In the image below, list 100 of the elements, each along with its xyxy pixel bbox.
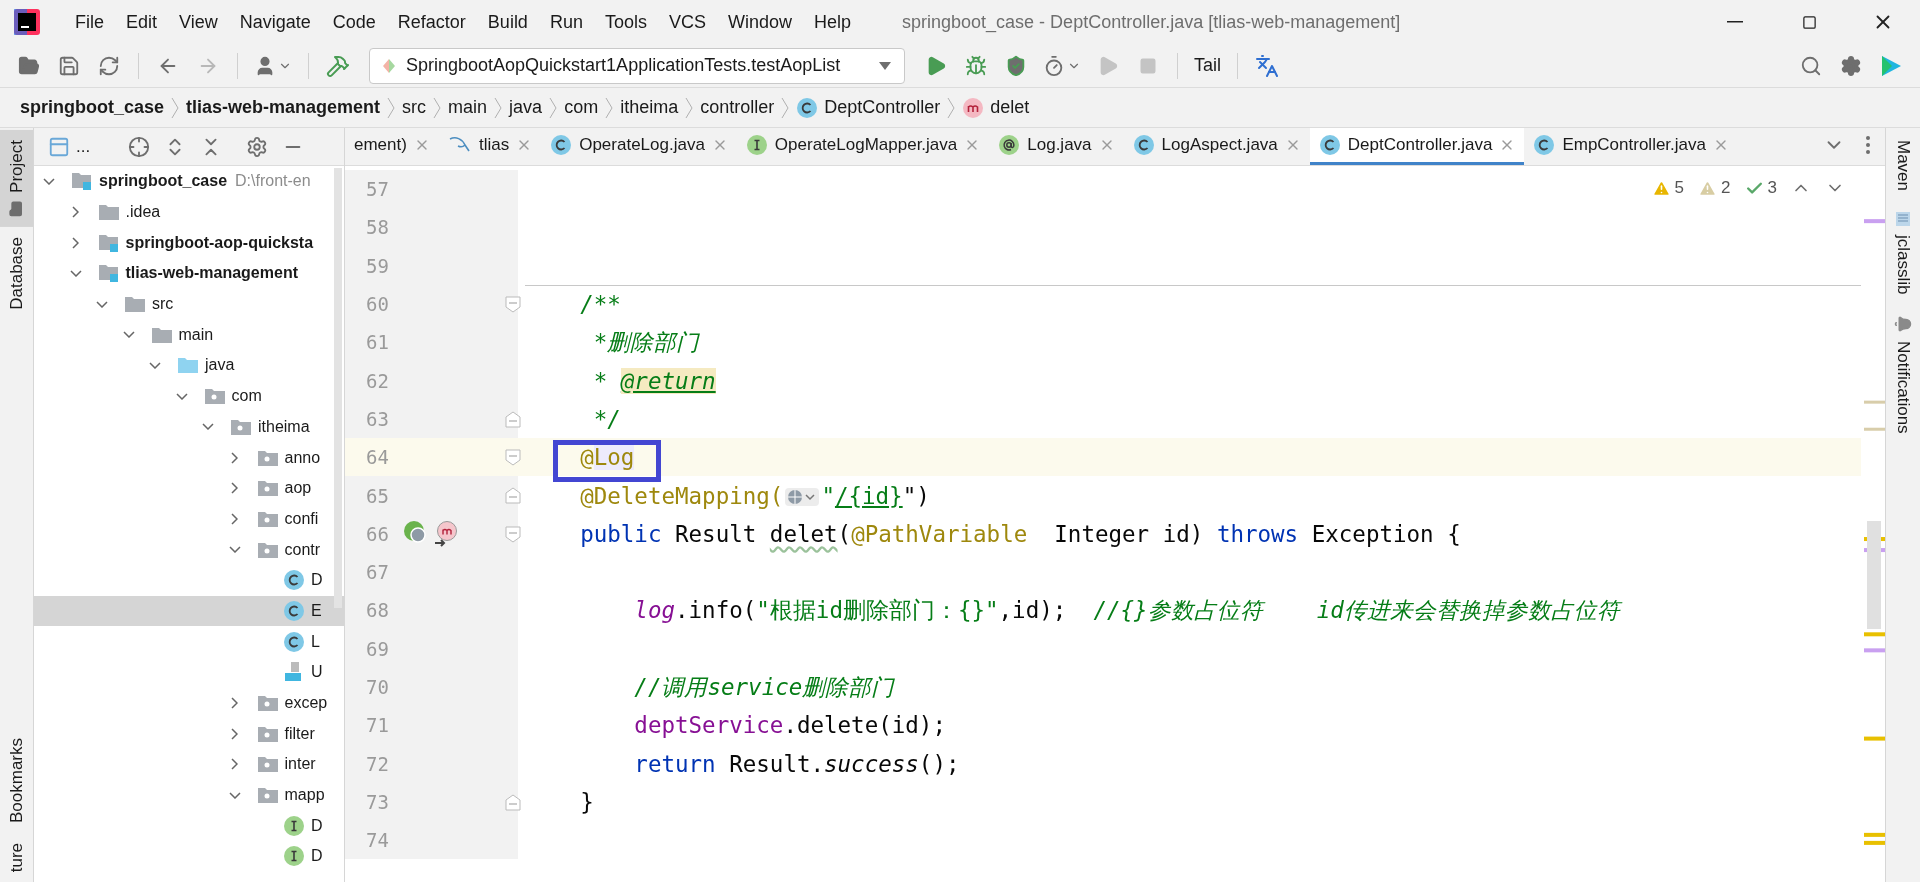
menu-item[interactable]: File xyxy=(64,11,115,33)
chevron-right-icon xyxy=(231,482,238,495)
tool-window-tab[interactable]: Bookmarks xyxy=(0,727,33,833)
stop-icon xyxy=(1139,56,1157,75)
tree-item[interactable]: java xyxy=(34,350,344,381)
method-arrow-icon[interactable] xyxy=(433,519,459,548)
chevron-down-icon xyxy=(43,177,55,185)
breadcrumb-item[interactable]: src xyxy=(402,97,427,118)
tool-window-tab[interactable]: jclasslib xyxy=(1886,201,1920,305)
tree-item[interactable]: filter xyxy=(34,718,344,750)
breadcrumb-item[interactable]: java xyxy=(509,97,543,118)
package-folder-icon xyxy=(256,754,279,775)
line-number: 57 xyxy=(365,178,389,201)
fold-marker-icon[interactable] xyxy=(505,793,521,811)
panel-view-label[interactable]: ... xyxy=(76,136,91,157)
tree-item[interactable]: com xyxy=(34,380,344,412)
tree-item[interactable]: src xyxy=(34,288,344,320)
editor-tab[interactable]: OperateLog.java xyxy=(541,128,737,165)
menu-item[interactable]: View xyxy=(168,11,229,33)
tree-item[interactable]: main xyxy=(34,319,344,351)
class-icon xyxy=(283,599,305,622)
breadcrumb-item[interactable]: itheima xyxy=(620,97,679,118)
panel-icon[interactable] xyxy=(48,135,70,158)
tree-item[interactable]: anno xyxy=(34,442,344,473)
editor-tab[interactable]: tlias xyxy=(438,128,542,165)
tree-item[interactable]: aop xyxy=(34,472,344,504)
tree-item[interactable]: itheima xyxy=(34,411,344,443)
tree-item[interactable]: D xyxy=(34,564,344,596)
tail-button[interactable]: Tail xyxy=(1190,48,1225,83)
tree-item[interactable]: D xyxy=(34,841,344,872)
scrollbar-thumb[interactable] xyxy=(1867,521,1881,629)
settings-icon xyxy=(1840,54,1862,77)
fold-marker-icon[interactable] xyxy=(505,449,521,467)
menu-item[interactable]: Navigate xyxy=(228,11,322,33)
tree-item[interactable]: springboot-aop-quicksta xyxy=(34,227,344,259)
breadcrumb-item[interactable]: DeptController xyxy=(824,97,941,118)
tree-item[interactable]: tlias-web-management xyxy=(34,258,344,289)
search-icon xyxy=(1800,54,1822,77)
globe-dropdown-icon[interactable] xyxy=(785,488,820,506)
line-number: 69 xyxy=(365,637,389,660)
fold-marker-icon[interactable] xyxy=(505,487,521,505)
menu-item[interactable]: Window xyxy=(716,11,803,33)
breadcrumb-item[interactable]: controller xyxy=(700,97,775,118)
editor-tab[interactable]: Log.java xyxy=(989,128,1124,165)
bug-icon xyxy=(965,54,987,77)
menu-item[interactable]: Refactor xyxy=(386,11,477,33)
run-configuration-dropdown[interactable]: SpringbootAopQuickstart1ApplicationTests.testAopList xyxy=(369,47,905,84)
editor-tab[interactable]: LogAspect.java xyxy=(1123,128,1310,165)
tool-window-tab[interactable]: ture xyxy=(0,832,33,882)
code-line: return Result.success(); xyxy=(633,750,960,777)
menu-item[interactable]: Help xyxy=(803,11,863,33)
breadcrumb-item[interactable]: main xyxy=(448,97,488,118)
editor-tab[interactable]: DeptController.java xyxy=(1309,128,1525,165)
breadcrumb-item[interactable]: delet xyxy=(990,97,1030,118)
menu-item[interactable]: Build xyxy=(476,11,539,33)
tree-item[interactable]: L xyxy=(34,626,344,657)
tree-item[interactable]: excep xyxy=(34,687,344,719)
editor-tab[interactable]: OperateLogMapper.java xyxy=(736,128,990,165)
breadcrumb-item[interactable]: tlias-web-management xyxy=(186,97,381,118)
tree-item[interactable]: inter xyxy=(34,749,344,780)
tree-item[interactable]: contr xyxy=(34,534,344,565)
caret-icon xyxy=(878,60,892,71)
tool-window-tab[interactable]: Maven xyxy=(1886,130,1920,202)
fold-marker-icon[interactable] xyxy=(505,410,521,428)
line-number: 73 xyxy=(365,790,389,813)
tree-item[interactable]: confi xyxy=(34,503,344,535)
module-folder-icon xyxy=(97,263,120,284)
menu-item[interactable]: Run xyxy=(538,11,594,33)
scrollbar-thumb[interactable] xyxy=(334,168,342,608)
class-icon xyxy=(283,630,305,653)
menu-item[interactable]: Tools xyxy=(593,11,658,33)
plugin-logo-icon xyxy=(1879,53,1903,78)
editor-tab[interactable]: EmpController.java xyxy=(1524,128,1738,165)
tree-item[interactable]: .idea xyxy=(34,196,344,228)
menu-item[interactable]: Edit xyxy=(115,11,169,33)
menu-item[interactable]: VCS xyxy=(657,11,717,33)
tree-item[interactable]: springboot_case D:\front-en xyxy=(34,166,344,197)
tree-item[interactable]: D xyxy=(34,810,344,842)
tool-window-tab[interactable]: Database xyxy=(0,226,33,320)
breadcrumb-item[interactable]: com xyxy=(564,97,599,118)
editor-tab[interactable]: ement) xyxy=(345,128,439,165)
menu-item[interactable]: Code xyxy=(321,11,387,33)
inspection-count[interactable]: 2 xyxy=(1698,178,1731,198)
settings-icon[interactable] xyxy=(246,135,269,158)
inspection-count[interactable]: 5 xyxy=(1651,178,1685,198)
tree-item[interactable]: E xyxy=(34,595,344,627)
fold-marker-icon[interactable] xyxy=(505,525,521,543)
tool-window-tab[interactable]: Project xyxy=(0,130,33,227)
line-number: 72 xyxy=(365,752,389,775)
chevron-down-icon xyxy=(228,546,241,554)
tree-item[interactable]: U xyxy=(34,657,344,688)
fold-marker-icon[interactable] xyxy=(505,295,521,313)
tool-window-tab[interactable]: Notifications xyxy=(1886,304,1920,444)
tree-item[interactable]: mapp xyxy=(34,779,344,811)
annotation-icon xyxy=(998,134,1021,156)
breadcrumb-item[interactable]: springboot_case xyxy=(20,97,165,118)
locate-icon[interactable] xyxy=(128,135,151,158)
module-folder-icon xyxy=(97,232,120,253)
chevron-right-icon xyxy=(231,697,238,710)
inspection-count[interactable]: 3 xyxy=(1744,178,1777,198)
